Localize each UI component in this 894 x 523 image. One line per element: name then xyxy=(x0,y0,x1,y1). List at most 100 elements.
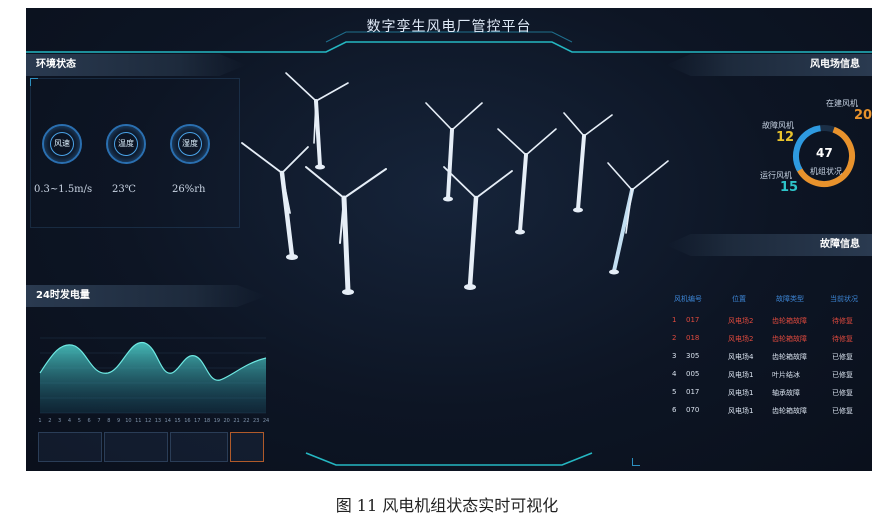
turbine-id-cell: 305 xyxy=(686,352,700,360)
summary-box-3 xyxy=(170,432,228,462)
location-cell: 风电场1 xyxy=(728,371,754,379)
x-tick-label: 24 xyxy=(263,418,269,424)
x-tick-label: 12 xyxy=(145,418,151,424)
x-tick-label: 9 xyxy=(117,418,120,424)
corner-mark xyxy=(30,78,38,86)
status-cell: 已修复 xyxy=(832,353,853,361)
status-cell: 已修复 xyxy=(832,407,853,415)
fault-table-row[interactable]: 2 018 风电场2 齿轮箱故障 待修复 xyxy=(666,330,872,348)
running-turbine-count: 15 xyxy=(780,180,799,195)
x-tick-label: 21 xyxy=(233,418,239,424)
wind-speed-value: 0.3~1.5m/s xyxy=(34,184,93,195)
row-index: 5 xyxy=(672,388,677,396)
location-cell: 风电场4 xyxy=(728,353,754,361)
x-tick-label: 1 xyxy=(38,418,41,424)
x-tick-label: 19 xyxy=(214,418,220,424)
fault-type-cell: 齿轮箱故障 xyxy=(772,335,807,343)
power-header-label: 24时发电量 xyxy=(36,290,90,301)
wind-speed-gauge-label: 风速 xyxy=(50,132,74,156)
humidity-gauge-label: 湿度 xyxy=(178,132,202,156)
farm-panel-header: 风电场信息 xyxy=(666,54,872,76)
x-tick-label: 15 xyxy=(174,418,180,424)
wind-turbine xyxy=(563,112,613,211)
page-title: 数字孪生风电厂管控平台 xyxy=(366,19,532,35)
x-tick-label: 17 xyxy=(194,418,200,424)
status-cell: 已修复 xyxy=(832,371,853,379)
row-index: 1 xyxy=(672,316,677,324)
wind-turbine xyxy=(241,142,309,259)
fault-type-cell: 齿轮箱故障 xyxy=(772,317,807,325)
farm-header-label: 风电场信息 xyxy=(810,59,860,70)
fault-turbine-count: 12 xyxy=(776,130,795,145)
fault-header-label: 故障信息 xyxy=(820,239,860,250)
turbine-id-cell: 018 xyxy=(686,334,700,342)
corner-mark xyxy=(632,458,640,466)
x-tick-label: 20 xyxy=(224,418,230,424)
fault-table-row[interactable]: 1 017 风电场2 齿轮箱故障 待修复 xyxy=(666,312,872,330)
turbine-id-cell: 070 xyxy=(686,406,700,414)
fault-type-cell: 叶片结冰 xyxy=(772,371,800,379)
x-tick-label: 7 xyxy=(97,418,100,424)
summary-box-4 xyxy=(230,432,264,462)
fault-table-row[interactable]: 6 070 风电场1 齿轮箱故障 已修复 xyxy=(666,402,872,420)
wind-turbine xyxy=(285,72,349,168)
row-index: 3 xyxy=(672,352,677,360)
location-cell: 风电场1 xyxy=(728,389,754,397)
temperature-gauge-label: 温度 xyxy=(114,132,138,156)
x-tick-label: 10 xyxy=(125,418,131,424)
fault-type-cell: 齿轮箱故障 xyxy=(772,407,807,415)
col-turbine-id: 风机编号 xyxy=(674,295,702,303)
farm-total-count: 47 xyxy=(816,146,833,160)
x-tick-label: 2 xyxy=(48,418,51,424)
status-cell: 待修复 xyxy=(832,317,853,325)
x-tick-label: 6 xyxy=(88,418,91,424)
status-cell: 待修复 xyxy=(832,335,853,343)
x-tick-label: 18 xyxy=(204,418,210,424)
wind-turbine xyxy=(305,166,387,294)
location-cell: 风电场2 xyxy=(728,317,754,325)
x-tick-label: 3 xyxy=(58,418,61,424)
wind-turbine xyxy=(607,160,669,273)
col-location: 位置 xyxy=(732,295,746,303)
wind-turbine xyxy=(497,128,557,233)
building-count: 20 xyxy=(854,108,872,123)
env-panel-header: 环境状态 xyxy=(26,54,246,76)
x-tick-label: 8 xyxy=(107,418,110,424)
summary-box-2 xyxy=(104,432,168,462)
figure-caption: 图 11 风电机组状态实时可视化 xyxy=(335,496,559,515)
location-cell: 风电场2 xyxy=(728,335,754,343)
humidity-value: 26%rh xyxy=(172,184,206,195)
status-cell: 已修复 xyxy=(832,389,853,397)
x-tick-label: 16 xyxy=(184,418,190,424)
x-tick-label: 13 xyxy=(155,418,161,424)
turbine-id-cell: 005 xyxy=(686,370,700,378)
fault-table-header: 风机编号 位置 故障类型 当前状况 xyxy=(666,290,872,308)
x-tick-label: 22 xyxy=(243,418,249,424)
turbine-scene xyxy=(241,72,669,295)
summary-box-1 xyxy=(38,432,102,462)
wind-turbine xyxy=(443,166,513,289)
col-fault-type: 故障类型 xyxy=(776,295,804,303)
col-status: 当前状况 xyxy=(830,295,858,303)
temperature-gauge: 温度 xyxy=(106,124,146,164)
turbine-id-cell: 017 xyxy=(686,388,700,396)
wind-speed-gauge: 风速 xyxy=(42,124,82,164)
humidity-gauge: 湿度 xyxy=(170,124,210,164)
turbine-id-cell: 017 xyxy=(686,316,700,324)
x-tick-label: 14 xyxy=(165,418,171,424)
temperature-value: 23℃ xyxy=(112,184,136,195)
env-header-label: 环境状态 xyxy=(36,59,76,70)
row-index: 2 xyxy=(672,334,677,342)
fault-table-row[interactable]: 3 305 风电场4 齿轮箱故障 已修复 xyxy=(666,348,872,366)
power-area-chart: 1 2 3 4 5 6 7 8 9 10 11 12 13 14 15 16 17 18 19 20 21 22 23 24 xyxy=(38,337,269,424)
fault-type-cell: 轴承故障 xyxy=(772,389,800,397)
power-x-axis: 1 2 3 4 5 6 7 8 9 10 11 12 13 14 15 16 17 18 19 20 21 22 23 24 xyxy=(38,418,269,424)
fault-table-row[interactable]: 4 005 风电场1 叶片结冰 已修复 xyxy=(666,366,872,384)
fault-panel-header: 故障信息 xyxy=(666,234,872,256)
farm-total-label: 机组状况 xyxy=(810,167,842,176)
row-index: 6 xyxy=(672,406,677,414)
fault-table-row[interactable]: 5 017 风电场1 轴承故障 已修复 xyxy=(666,384,872,402)
row-index: 4 xyxy=(672,370,677,378)
power-panel-header: 24时发电量 xyxy=(26,285,266,307)
dashboard: 数字孪生风电厂管控平台 环境状态 风速 温度 湿度 0.3~1.5m/s 23℃… xyxy=(26,8,872,471)
